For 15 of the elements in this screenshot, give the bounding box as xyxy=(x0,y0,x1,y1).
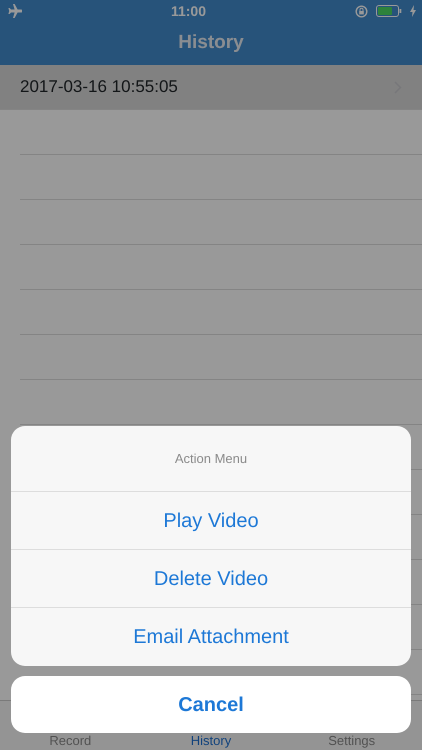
cancel-button[interactable]: Cancel xyxy=(11,676,411,733)
battery-icon xyxy=(376,5,402,17)
charging-icon xyxy=(410,5,416,17)
action-button[interactable]: Play Video xyxy=(11,492,411,550)
action-button[interactable]: Email Attachment xyxy=(11,608,411,666)
action-button[interactable]: Delete Video xyxy=(11,550,411,608)
airplane-icon xyxy=(6,4,22,18)
tab-item[interactable]: Record xyxy=(0,733,141,748)
rotation-lock-icon xyxy=(354,4,368,18)
tab-item[interactable]: History xyxy=(140,733,282,748)
action-sheet-title: Action Menu xyxy=(174,450,248,468)
nav-title: History xyxy=(178,31,244,56)
status-time: 11:00 xyxy=(170,2,206,20)
history-row[interactable]: 2017-03-16 10:55:05 xyxy=(0,65,422,110)
tab-item[interactable]: Settings xyxy=(281,733,422,748)
